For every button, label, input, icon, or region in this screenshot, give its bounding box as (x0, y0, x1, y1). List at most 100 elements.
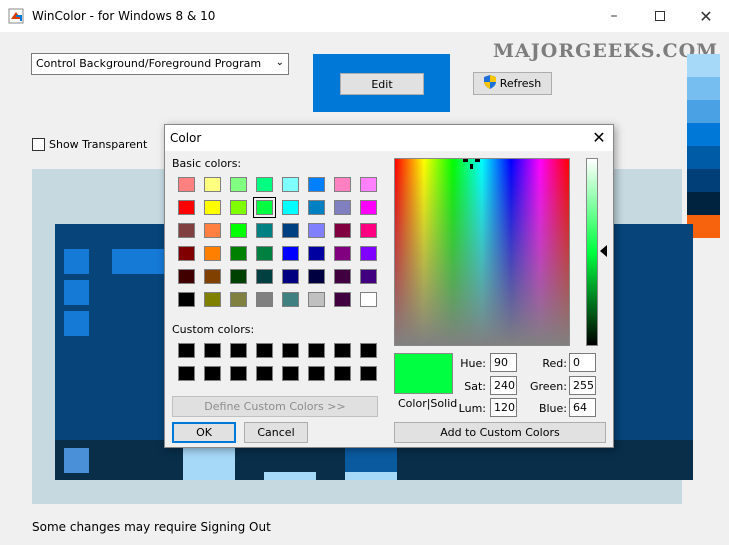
basic-color-swatch[interactable] (329, 242, 355, 265)
basic-color-swatch[interactable] (225, 265, 251, 288)
basic-color-swatch[interactable] (329, 173, 355, 196)
hue-field[interactable]: 90 (490, 353, 517, 372)
basic-color-swatch[interactable] (303, 173, 329, 196)
basic-color-swatch[interactable] (173, 288, 199, 311)
basic-color-swatch[interactable] (303, 219, 329, 242)
basic-color-swatch[interactable] (277, 196, 303, 219)
preview-taskbar-item (183, 448, 235, 480)
custom-color-swatch[interactable] (173, 362, 199, 385)
color-chip (229, 292, 247, 307)
basic-color-swatch[interactable] (173, 242, 199, 265)
accent-swatch[interactable] (687, 123, 720, 146)
lum-field[interactable]: 120 (490, 398, 517, 417)
basic-color-swatch[interactable] (329, 196, 355, 219)
define-custom-colors-button[interactable]: Define Custom Colors >> (172, 396, 378, 417)
accent-swatch[interactable] (687, 169, 720, 192)
basic-color-swatch[interactable] (225, 219, 251, 242)
basic-color-swatch[interactable] (303, 196, 329, 219)
accent-swatch[interactable] (687, 146, 720, 169)
blue-field[interactable]: 64 (569, 398, 596, 417)
basic-color-swatch[interactable] (355, 173, 381, 196)
red-field[interactable]: 0 (569, 353, 596, 372)
basic-color-swatch[interactable] (355, 265, 381, 288)
basic-color-swatch[interactable] (199, 196, 225, 219)
luminance-arrow-icon[interactable] (600, 245, 607, 257)
basic-color-swatch[interactable] (355, 196, 381, 219)
custom-color-swatch[interactable] (355, 362, 381, 385)
basic-color-swatch[interactable] (251, 242, 277, 265)
color-chip (229, 223, 247, 238)
basic-color-swatch[interactable] (173, 219, 199, 242)
add-to-custom-colors-button[interactable]: Add to Custom Colors (394, 422, 606, 443)
basic-color-swatch[interactable] (303, 242, 329, 265)
custom-color-swatch[interactable] (251, 362, 277, 385)
cancel-button[interactable]: Cancel (244, 422, 308, 443)
basic-color-swatch[interactable] (173, 173, 199, 196)
basic-color-swatch[interactable] (277, 173, 303, 196)
basic-color-swatch[interactable] (277, 219, 303, 242)
custom-color-swatch[interactable] (277, 362, 303, 385)
checkbox-box[interactable] (32, 138, 45, 151)
basic-color-swatch[interactable] (225, 242, 251, 265)
sat-field[interactable]: 240 (490, 376, 517, 395)
basic-color-swatch[interactable] (277, 265, 303, 288)
basic-color-swatch[interactable] (199, 288, 225, 311)
custom-color-swatch[interactable] (251, 339, 277, 362)
accent-swatch[interactable] (687, 77, 720, 100)
basic-color-swatch[interactable] (303, 265, 329, 288)
basic-color-swatch[interactable] (199, 265, 225, 288)
basic-color-swatch[interactable] (303, 288, 329, 311)
basic-color-swatch[interactable] (355, 288, 381, 311)
show-transparent-checkbox[interactable]: Show Transparent (32, 138, 147, 151)
dialog-close-button[interactable]: ✕ (589, 127, 609, 147)
color-chip (255, 223, 273, 238)
basic-color-swatch[interactable] (277, 288, 303, 311)
custom-color-swatch[interactable] (277, 339, 303, 362)
basic-color-swatch[interactable] (355, 219, 381, 242)
custom-color-swatch[interactable] (225, 339, 251, 362)
color-chip (307, 292, 325, 307)
custom-color-swatch[interactable] (199, 362, 225, 385)
green-field[interactable]: 255 (569, 376, 596, 395)
accent-swatch[interactable] (687, 54, 720, 77)
custom-color-swatch[interactable] (199, 339, 225, 362)
close-button[interactable]: ✕ (683, 0, 729, 32)
basic-color-swatch[interactable] (355, 242, 381, 265)
basic-color-swatch[interactable] (329, 265, 355, 288)
basic-color-swatch[interactable] (173, 196, 199, 219)
basic-color-swatch[interactable] (251, 196, 277, 219)
custom-color-swatch[interactable] (329, 362, 355, 385)
basic-color-swatch[interactable] (199, 219, 225, 242)
program-select[interactable]: Control Background/Foreground Program ⌄ (31, 53, 289, 75)
custom-color-swatch[interactable] (329, 339, 355, 362)
minimize-button[interactable]: – (591, 0, 637, 32)
basic-color-swatch[interactable] (251, 219, 277, 242)
custom-color-swatch[interactable] (355, 339, 381, 362)
ok-button[interactable]: OK (172, 422, 236, 443)
refresh-button[interactable]: Refresh (473, 72, 552, 95)
basic-color-swatch[interactable] (225, 173, 251, 196)
basic-color-swatch[interactable] (173, 265, 199, 288)
color-chip (281, 200, 299, 215)
basic-color-swatch[interactable] (277, 242, 303, 265)
basic-color-swatch[interactable] (199, 242, 225, 265)
custom-color-swatch[interactable] (173, 339, 199, 362)
accent-swatch[interactable] (687, 100, 720, 123)
basic-color-swatch[interactable] (329, 288, 355, 311)
basic-color-swatch[interactable] (251, 173, 277, 196)
basic-color-swatch[interactable] (329, 219, 355, 242)
basic-color-swatch[interactable] (251, 288, 277, 311)
crosshair-icon[interactable] (463, 159, 483, 169)
basic-color-swatch[interactable] (251, 265, 277, 288)
edit-button[interactable]: Edit (340, 73, 424, 95)
luminance-slider[interactable] (586, 158, 598, 346)
maximize-button[interactable] (637, 0, 683, 32)
custom-color-swatch[interactable] (225, 362, 251, 385)
custom-color-swatch[interactable] (303, 339, 329, 362)
custom-color-swatch[interactable] (303, 362, 329, 385)
accent-swatch[interactable] (687, 192, 720, 215)
basic-color-swatch[interactable] (225, 288, 251, 311)
basic-color-swatch[interactable] (199, 173, 225, 196)
basic-color-swatch[interactable] (225, 196, 251, 219)
color-spectrum[interactable] (394, 158, 570, 346)
